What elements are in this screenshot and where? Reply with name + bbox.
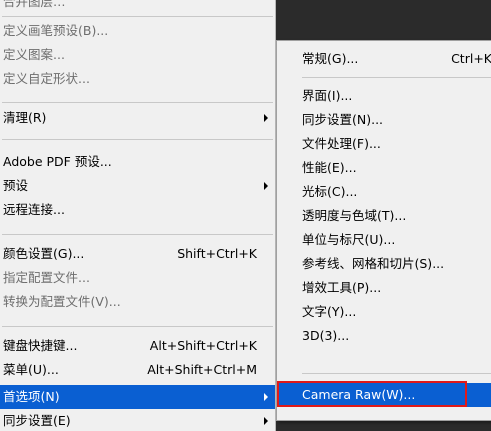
menu-item-define-custom-shape[interactable]: 定义自定形状... <box>0 67 275 91</box>
menu-item-label: 透明度与色域(T)... <box>302 208 407 223</box>
menu-item-label: 定义图案... <box>3 47 65 62</box>
menu-item-purge[interactable]: 清理(R) <box>0 106 275 130</box>
menu-item-label: 同步设置(N)... <box>302 112 384 127</box>
submenu-arrow-icon <box>264 393 268 401</box>
menu-item-define-pattern[interactable]: 定义图案... <box>0 43 275 67</box>
menu-separator <box>302 373 491 374</box>
menu-item-presets[interactable]: 预设 <box>0 174 275 198</box>
menu-item-shortcut: Ctrl+K <box>451 51 491 66</box>
menu-item-label: Adobe PDF 预设... <box>3 154 112 169</box>
submenu-item-units-rulers[interactable]: 单位与标尺(U)... <box>277 228 491 252</box>
edit-menu: 合并图层… 定义画笔预设(B)... 定义图案... 定义自定形状... 清理(… <box>0 0 276 431</box>
menu-item-shortcut: Shift+Ctrl+K <box>177 246 257 261</box>
menu-item-label: 预设 <box>3 178 29 193</box>
menu-item-menus[interactable]: 菜单(U)... Alt+Shift+Ctrl+M <box>0 358 275 382</box>
menu-item-shortcut: Alt+Shift+Ctrl+K <box>149 338 257 353</box>
menu-item-label: 指定配置文件... <box>3 270 90 285</box>
menu-item-label: 定义自定形状... <box>3 71 90 86</box>
menu-item-label: 光标(C)... <box>302 184 358 199</box>
menu-separator <box>2 16 273 17</box>
menu-item-color-settings[interactable]: 颜色设置(G)... Shift+Ctrl+K <box>0 242 275 266</box>
submenu-item-interface[interactable]: 界面(I)... <box>277 84 491 108</box>
menu-item-label: 键盘快捷键... <box>3 338 78 353</box>
menu-item-assign-profile[interactable]: 指定配置文件... <box>0 266 275 290</box>
menu-item-label: 颜色设置(G)... <box>3 246 85 261</box>
menu-item-label: 菜单(U)... <box>3 362 59 377</box>
submenu-item-cursors[interactable]: 光标(C)... <box>277 180 491 204</box>
menu-item-label: 首选项(N) <box>3 389 60 404</box>
menu-item-label: 单位与标尺(U)... <box>302 232 396 247</box>
menu-item-label: 转换为配置文件(V)... <box>3 294 121 309</box>
menu-separator <box>2 102 273 103</box>
submenu-item-performance[interactable]: 性能(E)... <box>277 156 491 180</box>
menu-item-define-brush-preset[interactable]: 定义画笔预设(B)... <box>0 19 275 43</box>
menu-item-remote-connections[interactable]: 远程连接... <box>0 198 275 222</box>
menu-item-label: Camera Raw(W)... <box>302 387 416 402</box>
menu-separator <box>302 77 491 78</box>
menu-item-label: 增效工具(P)... <box>302 280 382 295</box>
menu-item-label: 定义画笔预设(B)... <box>3 23 109 38</box>
submenu-item-sync-settings[interactable]: 同步设置(N)... <box>277 108 491 132</box>
menu-item-shortcut: Alt+Shift+Ctrl+M <box>147 362 257 377</box>
submenu-item-general[interactable]: 常规(G)... Ctrl+K <box>277 47 491 71</box>
menu-item-label: 界面(I)... <box>302 88 353 103</box>
submenu-arrow-icon <box>264 182 268 190</box>
menu-item-adobe-pdf-presets[interactable]: Adobe PDF 预设... <box>0 150 275 174</box>
menu-item-label: 合并图层… <box>3 0 66 9</box>
submenu-item-camera-raw[interactable]: Camera Raw(W)... <box>277 383 491 407</box>
menu-item-label: 常规(G)... <box>302 51 359 66</box>
menu-item-label: 清理(R) <box>3 110 47 125</box>
screen: 合并图层… 定义画笔预设(B)... 定义图案... 定义自定形状... 清理(… <box>0 0 491 431</box>
submenu-item-guides-grid-slices[interactable]: 参考线、网格和切片(S)... <box>277 252 491 276</box>
submenu-item-plugins[interactable]: 增效工具(P)... <box>277 276 491 300</box>
menu-item-label: 文件处理(F)... <box>302 136 381 151</box>
menu-item-label: 3D(3)... <box>302 328 350 343</box>
menu-separator <box>2 326 273 327</box>
submenu-item-transparency-gamut[interactable]: 透明度与色域(T)... <box>277 204 491 228</box>
submenu-arrow-icon <box>264 417 268 425</box>
menu-item-merge-layers[interactable]: 合并图层… <box>0 0 275 14</box>
menu-item-keyboard-shortcuts[interactable]: 键盘快捷键... Alt+Shift+Ctrl+K <box>0 334 275 358</box>
menu-item-convert-to-profile[interactable]: 转换为配置文件(V)... <box>0 290 275 314</box>
submenu-item-file-handling[interactable]: 文件处理(F)... <box>277 132 491 156</box>
menu-separator <box>2 234 273 235</box>
menu-item-sync-settings[interactable]: 同步设置(E) <box>0 409 275 431</box>
menu-item-preferences[interactable]: 首选项(N) <box>0 385 275 409</box>
menu-item-label: 参考线、网格和切片(S)... <box>302 256 445 271</box>
submenu-item-type[interactable]: 文字(Y)... <box>277 300 491 324</box>
menu-item-label: 文字(Y)... <box>302 304 357 319</box>
menu-separator <box>2 139 273 140</box>
menu-item-label: 性能(E)... <box>302 160 357 175</box>
preferences-submenu: 常规(G)... Ctrl+K 界面(I)... 同步设置(N)... 文件处理… <box>276 40 491 421</box>
menu-item-label: 远程连接... <box>3 202 65 217</box>
menu-item-label: 同步设置(E) <box>3 413 71 428</box>
submenu-item-3d[interactable]: 3D(3)... <box>277 324 491 348</box>
submenu-arrow-icon <box>264 114 268 122</box>
